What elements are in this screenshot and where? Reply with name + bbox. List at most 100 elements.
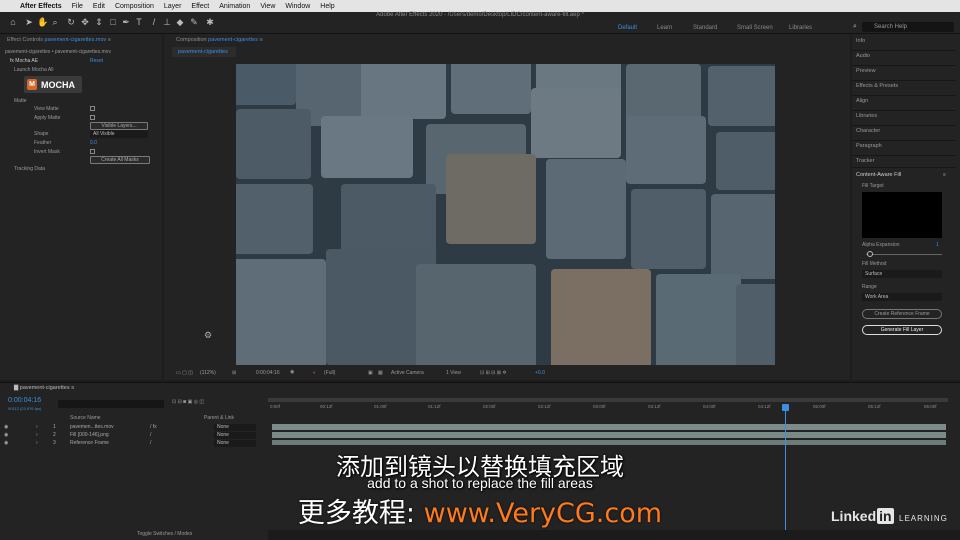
transparency-grid-icon[interactable]: ▦ <box>378 370 383 376</box>
tracking-data-group[interactable]: Tracking Data <box>14 166 45 172</box>
alpha-expansion-value[interactable]: 1 <box>936 242 939 248</box>
eraser-icon[interactable]: ◆ <box>175 17 185 27</box>
panel-effects-presets[interactable]: Effects & Presets <box>856 83 898 89</box>
shape-dropdown[interactable]: All Visible <box>90 130 148 138</box>
dolly-tool-icon[interactable]: ⇕ <box>94 17 104 27</box>
zoom-dropdown[interactable]: (112%) <box>200 370 216 376</box>
zoom-tool-icon[interactable]: ⌕ <box>50 17 60 27</box>
panel-audio[interactable]: Audio <box>856 53 870 59</box>
fx-switch-icon[interactable]: / fx <box>150 424 157 430</box>
reset-link[interactable]: Reset <box>90 58 103 64</box>
work-area-bar[interactable] <box>268 398 948 402</box>
menu-edit[interactable]: Edit <box>93 3 105 10</box>
workspace-learn[interactable]: Learn <box>657 25 672 31</box>
launch-mocha-label[interactable]: Launch Mocha All <box>14 67 53 73</box>
quality-switch-icon[interactable]: / <box>150 440 151 446</box>
resolution-dropdown[interactable]: (Full) <box>324 370 335 376</box>
eye-icon[interactable]: ◉ <box>4 440 8 446</box>
panel-info[interactable]: Info <box>856 38 865 44</box>
panel-paragraph[interactable]: Paragraph <box>856 143 882 149</box>
alpha-expansion-slider-handle[interactable] <box>867 251 873 257</box>
matte-group[interactable]: Matte <box>14 98 27 104</box>
timeline-switch-icons[interactable]: ⊡ ⊟ ◙ ▣ ◎ ◫ <box>172 399 204 405</box>
menu-animation[interactable]: Animation <box>219 3 250 10</box>
roto-brush-icon[interactable]: ✎ <box>189 17 199 27</box>
expand-arrow-icon[interactable]: › <box>36 440 38 446</box>
layer-bar[interactable] <box>272 432 946 438</box>
menu-composition[interactable]: Composition <box>115 3 154 10</box>
search-icon[interactable]: ⌕ <box>850 22 860 32</box>
layer-row[interactable]: ◉ › 1 pavemen...ttes.mov / fx None <box>0 424 268 432</box>
pen-tool-icon[interactable]: ✒ <box>121 17 131 27</box>
puppet-pin-icon[interactable]: ✱ <box>205 17 215 27</box>
expand-arrow-icon[interactable]: › <box>36 432 38 438</box>
panel-menu-icon[interactable]: ≡ <box>943 172 946 178</box>
layer-name[interactable]: Reference Frame <box>70 440 109 446</box>
grid-icon[interactable]: ⊞ <box>232 370 236 376</box>
panel-libraries[interactable]: Libraries <box>856 113 877 119</box>
viewer-option-icons[interactable]: ⊡ ⊞ ⊟ ⊠ ✲ <box>480 370 507 376</box>
panel-preview[interactable]: Preview <box>856 68 876 74</box>
timeline-tab[interactable]: ▇ pavement-cigarettes ≡ <box>14 385 74 391</box>
viewer-settings-icon[interactable]: ⚙ <box>204 330 212 341</box>
timeline-search-input[interactable] <box>58 400 164 408</box>
menu-layer[interactable]: Layer <box>164 3 182 10</box>
panel-align[interactable]: Align <box>856 98 868 104</box>
brush-tool-icon[interactable]: / <box>149 17 159 27</box>
generate-fill-layer-button[interactable]: Generate Fill Layer <box>862 325 942 335</box>
panel-character[interactable]: Character <box>856 128 880 134</box>
home-icon[interactable]: ⌂ <box>8 17 18 27</box>
current-time-display[interactable]: 0:00:04:16 <box>256 370 280 376</box>
create-reference-frame-button[interactable]: Create Reference Frame <box>862 309 942 319</box>
selection-tool-icon[interactable]: ➤ <box>24 17 34 27</box>
snapshot-icon[interactable]: ◉ <box>290 369 294 375</box>
content-aware-fill-title[interactable]: Content-Aware Fill <box>856 172 901 178</box>
eye-icon[interactable]: ◉ <box>4 424 8 430</box>
view-layout-dropdown[interactable]: 1 View <box>446 370 461 376</box>
exposure-value[interactable]: +0.0 <box>535 370 545 376</box>
pan-tool-icon[interactable]: ✥ <box>80 17 90 27</box>
parent-dropdown[interactable]: None <box>214 432 256 439</box>
composition-tab[interactable]: Composition pavement-cigarettes ≡ <box>176 37 263 43</box>
layer-name[interactable]: pavemen...ttes.mov <box>70 424 114 430</box>
visible-layers-button[interactable]: Visible Layers... <box>90 122 148 130</box>
workspace-small-screen[interactable]: Small Screen <box>737 25 773 31</box>
menu-help[interactable]: Help <box>320 3 334 10</box>
rectangle-tool-icon[interactable]: □ <box>108 17 118 27</box>
viewer-toolbar-icons[interactable]: ▭ ▢ ◫ <box>176 370 193 376</box>
workspace-default[interactable]: Default <box>618 25 637 31</box>
menu-app[interactable]: After Effects <box>20 3 62 10</box>
eye-icon[interactable]: ◉ <box>4 432 8 438</box>
camera-dropdown[interactable]: Active Camera <box>391 370 424 376</box>
workspace-standard[interactable]: Standard <box>693 25 717 31</box>
type-tool-icon[interactable]: T <box>134 17 144 27</box>
parent-dropdown[interactable]: None <box>214 440 256 447</box>
menu-window[interactable]: Window <box>285 3 310 10</box>
layer-bar[interactable] <box>272 440 946 445</box>
menu-view[interactable]: View <box>260 3 275 10</box>
panel-tracker[interactable]: Tracker <box>856 158 874 164</box>
view-matte-checkbox[interactable] <box>90 106 95 111</box>
workspace-libraries[interactable]: Libraries <box>789 25 812 31</box>
toggle-switches-modes[interactable]: Toggle Switches / Modes <box>137 531 192 537</box>
apply-matte-checkbox[interactable] <box>90 115 95 120</box>
timeline-timecode[interactable]: 0:00:04:16 <box>8 397 41 404</box>
color-channel-icon[interactable]: ◐ <box>313 370 316 376</box>
invert-mask-checkbox[interactable] <box>90 149 95 154</box>
range-dropdown[interactable]: Work Area <box>862 293 942 301</box>
clone-stamp-icon[interactable]: ⊥ <box>162 17 172 27</box>
alpha-expansion-slider-track[interactable] <box>866 254 942 255</box>
expand-arrow-icon[interactable]: › <box>36 424 38 430</box>
feather-value[interactable]: 0.0 <box>90 140 97 146</box>
hand-tool-icon[interactable]: ✋ <box>37 17 48 27</box>
fill-method-dropdown[interactable]: Surface <box>862 270 942 278</box>
playhead-handle[interactable] <box>782 404 789 411</box>
search-help-input[interactable]: Search Help <box>862 22 954 32</box>
fx-mocha-ae[interactable]: fx Mocha AE <box>10 58 38 64</box>
layer-row[interactable]: ◉ › 2 Fill [000-146].png / None <box>0 432 268 440</box>
layer-bar[interactable] <box>272 424 946 430</box>
menu-file[interactable]: File <box>72 3 83 10</box>
orbit-tool-icon[interactable]: ↻ <box>66 17 76 27</box>
quality-switch-icon[interactable]: / <box>150 432 151 438</box>
menu-effect[interactable]: Effect <box>191 3 209 10</box>
